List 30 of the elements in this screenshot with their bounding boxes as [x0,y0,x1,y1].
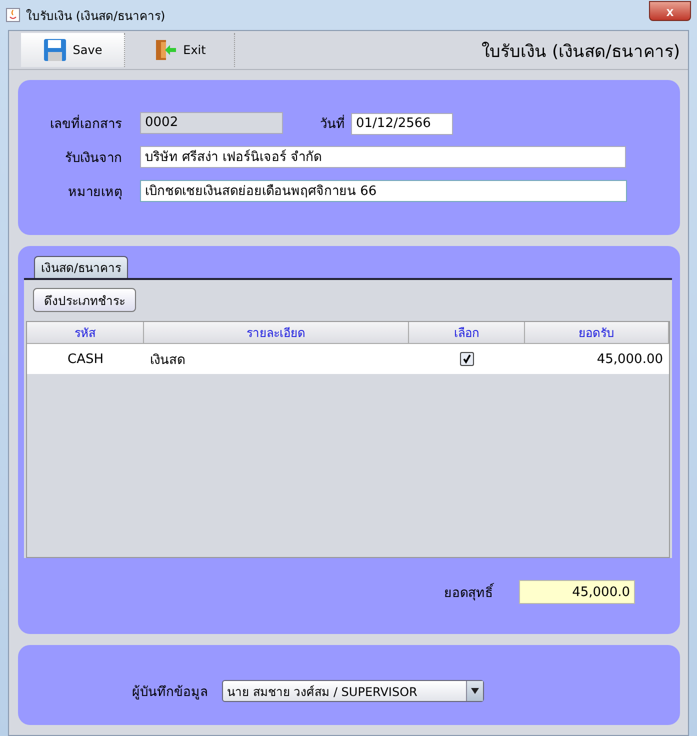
net-total-field[interactable]: 45,000.0 [519,580,635,604]
doc-number-field[interactable]: 0002 [140,112,283,134]
door-arrow-icon [153,38,178,62]
form-heading: ใบรับเงิน (เงินสด/ธนาคาร) [482,40,680,64]
tab[interactable]: เงินสด/ธนาคาร [34,256,128,278]
field-label: หมายเหตุ [68,184,122,202]
recorder-dropdown[interactable]: นาย สมชาย วงศ์สม / SUPERVISOR [222,680,484,702]
column-header[interactable]: ยอดรับ [525,322,669,344]
column-header[interactable]: รหัส [27,322,144,344]
field-label: รับเงินจาก [65,150,122,168]
column-header[interactable]: เลือก [409,322,525,344]
app-icon [6,8,20,22]
date-field[interactable]: 01/12/2566 [351,112,453,134]
caret-icon [471,688,479,694]
table-cell-text: 45,000.00 [596,350,664,368]
column-header[interactable]: รายละเอียด [144,322,409,344]
payer-field[interactable]: บริษัท ศรีสง่า เฟอร์นิเจอร์ จำกัด [140,146,626,168]
close-button[interactable]: x [649,1,691,21]
field-label: ยอดสุทธิ์ [444,582,493,602]
note-field[interactable]: เบิกชดเชยเงินสดย่อยเดือนพฤศจิกายน 66 [140,180,627,202]
table-cell-text: เงินสด [149,352,186,370]
field-label: ผู้บันทึกข้อมูล [132,684,208,702]
fetch-button[interactable]: ดึงประเภทชำระ [33,288,136,312]
window-title: ใบรับเงิน (เงินสด/ธนาคาร) [26,8,166,24]
checkbox[interactable] [460,352,474,366]
field-label: วันที่ [320,113,345,134]
field-label: เลขที่เอกสาร [50,113,122,134]
save-button[interactable]: Save [21,33,125,67]
exit-button[interactable]: Exit [125,33,235,67]
table-cell-text: CASH [66,350,104,368]
